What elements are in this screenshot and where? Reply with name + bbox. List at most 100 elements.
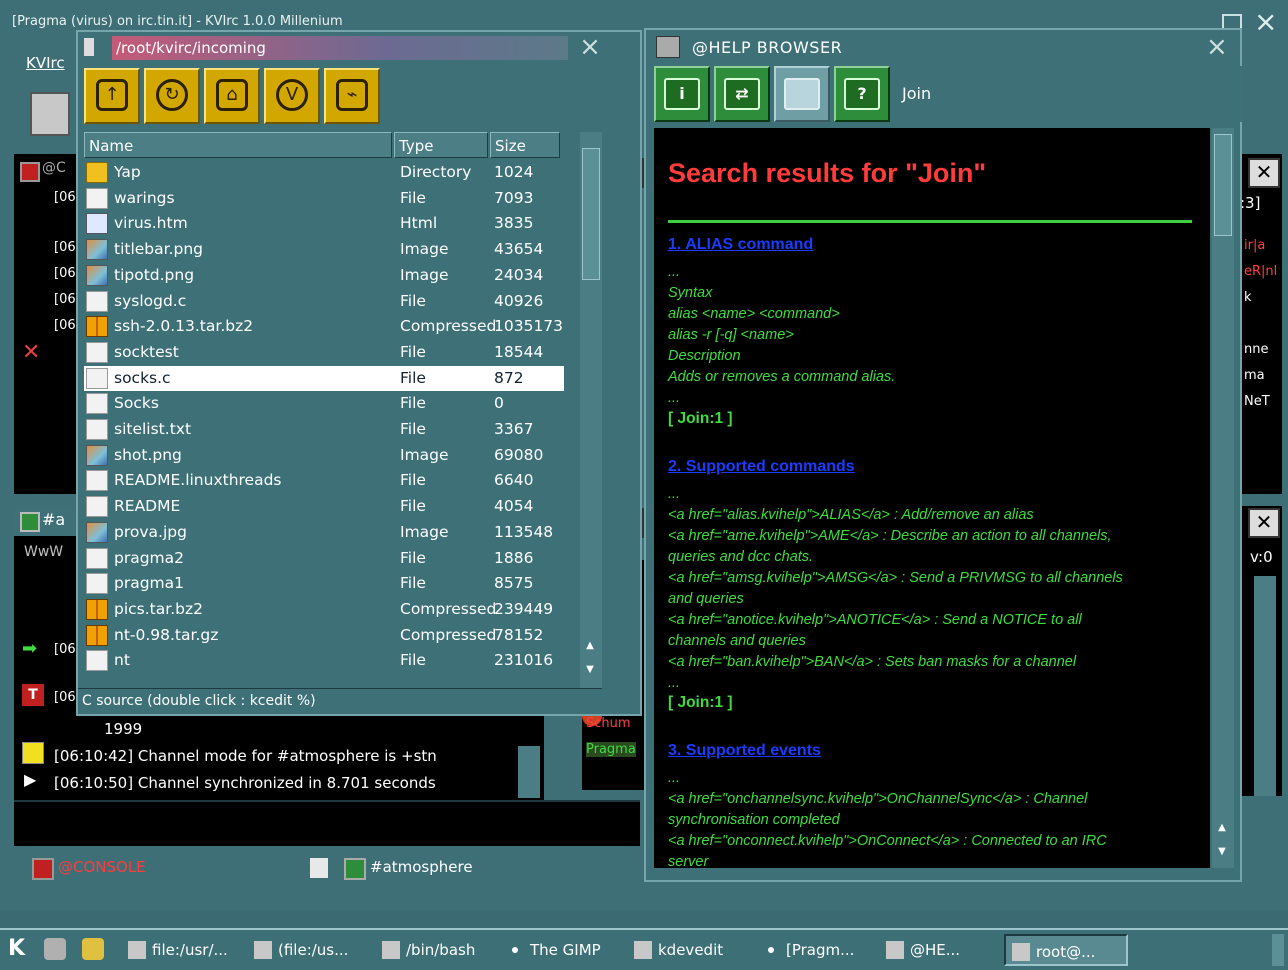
file-size: 231016 [494,651,554,670]
file-row[interactable]: socks.c File 872 [84,365,564,392]
file-type: Image [400,265,449,284]
home-button[interactable]: ⌂ [204,68,260,124]
console-tab[interactable]: @CONSOLE [28,854,318,880]
file-list: Name Type Size Yap Directory 1024 warings Fi… [84,132,576,688]
channel-input[interactable] [14,800,640,846]
image-file-icon [86,239,108,261]
taskbar-item[interactable]: /bin/bash [376,934,494,966]
file-name: warings [114,188,175,207]
file-row[interactable]: README File 4054 [84,494,564,520]
file-row[interactable]: nt File 231016 [84,648,564,674]
right-close-icon[interactable]: ✕ [1248,158,1280,188]
file-name: README [114,497,181,516]
file-row[interactable]: sitelist.txt File 3367 [84,417,564,443]
close-icon[interactable]: × [1254,8,1277,36]
column-header-size[interactable]: Size [490,132,560,158]
taskbar-item-label: @HE... [910,941,961,959]
file-manager-window: /root/kvirc/incoming × ↑ ↻ ⌂ V ⌁ Name Ty… [76,30,642,716]
right-channel-panel: v:0 [1238,506,1282,796]
scroll-thumb[interactable] [582,148,600,280]
taskbar-item[interactable]: file:/usr/... [122,934,242,966]
result-link-events[interactable]: 3. Supported events [668,742,821,760]
shortcut-icon[interactable] [44,938,66,960]
file-list-vscroll[interactable]: ▲ ▼ [580,132,602,688]
editor-icon [634,941,652,959]
file-row[interactable]: nt-0.98.tar.gz Compressed 78152 [84,623,564,649]
up-button[interactable]: ↑ [84,68,140,124]
location-bar[interactable]: /root/kvirc/incoming [112,36,568,60]
taskbar-item[interactable]: @HE... [880,934,998,966]
right-fragment: eR|nl [1244,264,1278,279]
taskbar-item[interactable]: (file:/us... [248,934,370,966]
right-vscroll[interactable] [1254,576,1276,796]
file-row[interactable]: pragma2 File 1886 [84,546,564,572]
file-row[interactable]: tipotd.png Image 24034 [84,263,564,289]
file-icon [86,496,108,518]
file-type: File [400,368,426,387]
column-header-type[interactable]: Type [394,132,488,158]
scroll-down-icon[interactable]: ▼ [582,664,598,684]
file-size: 69080 [494,445,544,464]
file-row[interactable]: README.linuxthreads File 6640 [84,468,564,494]
reload-button[interactable]: ↻ [144,68,200,124]
help-text-line: Description [668,348,741,364]
window-menu-icon[interactable] [84,38,94,56]
result-link-commands[interactable]: 2. Supported commands [668,458,855,476]
taskbar-item[interactable]: root@... [1004,934,1128,966]
start-button[interactable]: K [8,936,25,961]
taskbar-item[interactable]: The GIMP [500,934,622,966]
taskbar-item[interactable]: kdevedit [628,934,750,966]
file-size: 4054 [494,497,534,516]
file-row[interactable]: socktest File 18544 [84,340,564,366]
column-header-name[interactable]: Name [84,132,392,158]
file-row[interactable]: Yap Directory 1024 [84,160,564,186]
file-row[interactable]: Socks File 0 [84,391,564,417]
help-text-line: <a href="anotice.kvihelp">ANOTICE</a> : … [668,612,1082,628]
channel-tab[interactable]: #atmosphere [340,854,630,880]
channel-line: [06 [54,690,76,705]
right-fragment: ma [1244,368,1265,383]
back-button[interactable]: ⇄ [714,66,770,122]
file-name: titlebar.png [114,240,204,259]
search-button[interactable]: ? [834,66,890,122]
help-text-line: Syntax [668,285,713,301]
file-icon [86,393,108,415]
scroll-down-icon[interactable]: ▼ [1214,846,1230,866]
file-row[interactable]: titlebar.png Image 43654 [84,237,564,263]
help-browser-title: @HELP BROWSER [692,38,843,57]
file-row[interactable]: virus.htm Html 3835 [84,211,564,237]
index-button[interactable]: i [654,66,710,122]
console-fragment: @C [42,160,66,176]
help-text-line: and queries [668,591,744,607]
file-icon [86,547,108,569]
view-button[interactable]: V [264,68,320,124]
file-row[interactable]: syslogd.c File 40926 [84,289,564,315]
help-vscroll[interactable]: ▲ ▼ [1212,128,1234,868]
scroll-up-icon[interactable]: ▲ [582,640,598,660]
channel-vscroll[interactable] [518,746,540,798]
file-row[interactable]: ssh-2.0.13.tar.bz2 Compressed 1035173 [84,314,564,340]
forward-button[interactable] [774,66,830,122]
file-row[interactable]: pragma1 File 8575 [84,571,564,597]
close-icon[interactable]: × [1206,32,1228,62]
toolbar-computer-icon[interactable] [30,92,70,136]
taskbar-item[interactable]: [Pragm... [756,934,874,966]
file-row[interactable]: shot.png Image 69080 [84,443,564,469]
open-folder-button[interactable]: ⌁ [324,68,380,124]
result-link-alias[interactable]: 1. ALIAS command [668,236,813,254]
help-window-icon [656,36,680,58]
right-close-icon[interactable]: ✕ [1248,508,1280,538]
shortcut-icon[interactable] [82,938,104,960]
menu-kvirc[interactable]: KVIrc [26,54,65,72]
file-name: syslogd.c [114,291,187,310]
user-entry: Pragma [586,742,636,757]
scroll-thumb[interactable] [1214,134,1232,236]
file-row[interactable]: pics.tar.bz2 Compressed 239449 [84,597,564,623]
file-size: 3367 [494,420,534,438]
tray-scroll[interactable] [1272,934,1284,966]
scroll-up-icon[interactable]: ▲ [1214,822,1230,842]
search-topic[interactable]: Join [896,66,1242,122]
close-icon[interactable]: × [576,34,604,62]
file-row[interactable]: warings File 7093 [84,186,564,212]
file-row[interactable]: prova.jpg Image 113548 [84,520,564,546]
